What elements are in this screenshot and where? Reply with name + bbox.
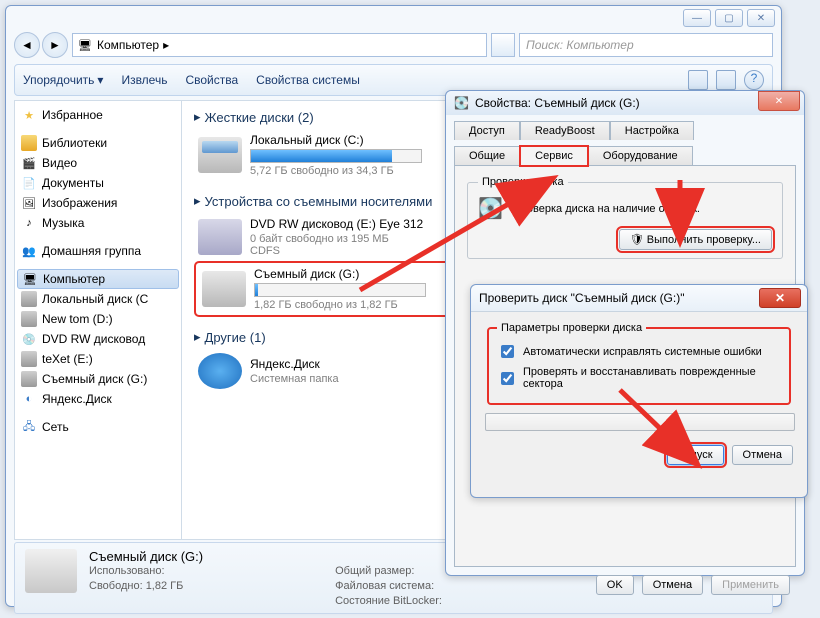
sidebar-drive-d[interactable]: New tom (D:) [15,309,181,329]
library-icon [21,135,37,151]
sidebar-yandex[interactable]: ◐Яндекс.Диск [15,389,181,409]
disk-check-icon: 💽 [478,196,503,221]
breadcrumb[interactable]: 🖥 Компьютер ▸ [72,33,487,57]
tab-readyboost[interactable]: ReadyBoost [520,121,610,140]
hdd-icon [198,137,242,173]
properties-button[interactable]: Свойства [185,73,238,87]
run-check-button[interactable]: 🛡 Выполнить проверку... [619,229,772,250]
computer-icon: 🖥 [77,37,93,53]
computer-icon: 🖥 [22,271,38,287]
homegroup[interactable]: 👥Домашняя группа [15,241,181,261]
dvd-icon: 💿 [21,331,37,347]
tab-row-bottom: Общие Сервис Оборудование [454,146,796,165]
libraries-group[interactable]: Библиотеки [15,133,181,153]
sidebar-texet[interactable]: teXet (E:) [15,349,181,369]
document-icon: 📄 [21,175,37,191]
address-bar: ◄ ► 🖥 Компьютер ▸ Поиск: Компьютер [14,30,773,60]
dialog-buttons: Запуск Отмена [471,441,807,475]
sidebar-music[interactable]: ♪Музыка [15,213,181,233]
star-icon: ★ [21,107,37,123]
favorites-group[interactable]: ★Избранное [15,105,181,125]
yandex-icon: ◐ [21,391,37,407]
close-button[interactable]: ✕ [759,288,801,308]
back-button[interactable]: ◄ [14,32,40,58]
nav-sidebar: ★Избранное Библиотеки 🎬Видео 📄Документы … [14,100,182,540]
sidebar-drive-g[interactable]: Съемный диск (G:) [15,369,181,389]
image-icon: 🖼 [21,195,37,211]
check-disk-dialog: ✕ Проверить диск "Съемный диск (G:)" Пар… [470,284,808,498]
refresh-button[interactable] [491,33,515,57]
auto-fix-option[interactable]: Автоматически исправлять системные ошибк… [497,342,781,361]
organize-button[interactable]: Упорядочить ▾ [23,73,103,87]
check-options-group: Параметры проверки диска Автоматически и… [487,322,791,405]
system-properties-button[interactable]: Свойства системы [256,73,360,87]
close-button[interactable]: ✕ [747,9,775,27]
drive-icon: 💽 [454,96,469,110]
sidebar-dvd[interactable]: 💿DVD RW дисковод [15,329,181,349]
apply-button[interactable]: Применить [711,575,790,595]
details-name: Съемный диск (G:) [89,549,203,564]
cancel-button[interactable]: Отмена [732,445,793,465]
drive-icon [21,311,37,327]
preview-icon[interactable] [716,70,736,90]
dialog-buttons: OK Отмена Применить [446,567,804,603]
sidebar-documents[interactable]: 📄Документы [15,173,181,193]
dvd-icon [198,219,242,255]
scan-recover-checkbox[interactable] [501,372,514,385]
yandex-disk-icon [198,353,242,389]
progress-bar [485,413,795,431]
drive-icon [21,371,37,387]
sidebar-video[interactable]: 🎬Видео [15,153,181,173]
drive-icon [21,351,37,367]
sidebar-network[interactable]: 🖧Сеть [15,417,181,437]
dialog-title: Проверить диск "Съемный диск (G:)" [471,285,807,312]
removable-icon [202,271,246,307]
music-icon: ♪ [21,215,37,231]
tab-row-top: Доступ ReadyBoost Настройка [454,121,796,140]
dialog-title: 💽 Свойства: Съемный диск (G:) [446,91,804,115]
auto-fix-checkbox[interactable] [501,345,514,358]
tab-access[interactable]: Доступ [454,121,520,140]
tab-customize[interactable]: Настройка [610,121,694,140]
sidebar-computer[interactable]: 🖥Компьютер [17,269,179,289]
homegroup-icon: 👥 [21,243,37,259]
help-icon[interactable]: ? [744,70,764,90]
video-icon: 🎬 [21,155,37,171]
tab-general[interactable]: Общие [454,146,520,165]
tab-service[interactable]: Сервис [520,146,588,166]
check-disk-group: Проверка диска 💽 Проверка диска на налич… [467,176,783,259]
cancel-button[interactable]: Отмена [642,575,703,595]
scan-recover-option[interactable]: Проверять и восстанавливать поврежденные… [497,366,781,390]
sidebar-images[interactable]: 🖼Изображения [15,193,181,213]
breadcrumb-text: Компьютер [97,38,159,52]
forward-button[interactable]: ► [42,32,68,58]
details-drive-icon [25,549,77,593]
search-input[interactable]: Поиск: Компьютер [519,33,773,57]
eject-button[interactable]: Извлечь [121,73,167,87]
chevron-right-icon: ▸ [163,38,169,52]
titlebar: — ▢ ✕ [6,6,781,30]
maximize-button[interactable]: ▢ [715,9,743,27]
minimize-button[interactable]: — [683,9,711,27]
sidebar-drive-c[interactable]: Локальный диск (C [15,289,181,309]
ok-button[interactable]: OK [596,575,634,595]
network-icon: 🖧 [21,419,37,435]
close-button[interactable]: ✕ [758,91,800,111]
tab-hardware[interactable]: Оборудование [588,146,693,165]
view-icon[interactable] [688,70,708,90]
start-button[interactable]: Запуск [667,445,723,465]
drive-icon [21,291,37,307]
